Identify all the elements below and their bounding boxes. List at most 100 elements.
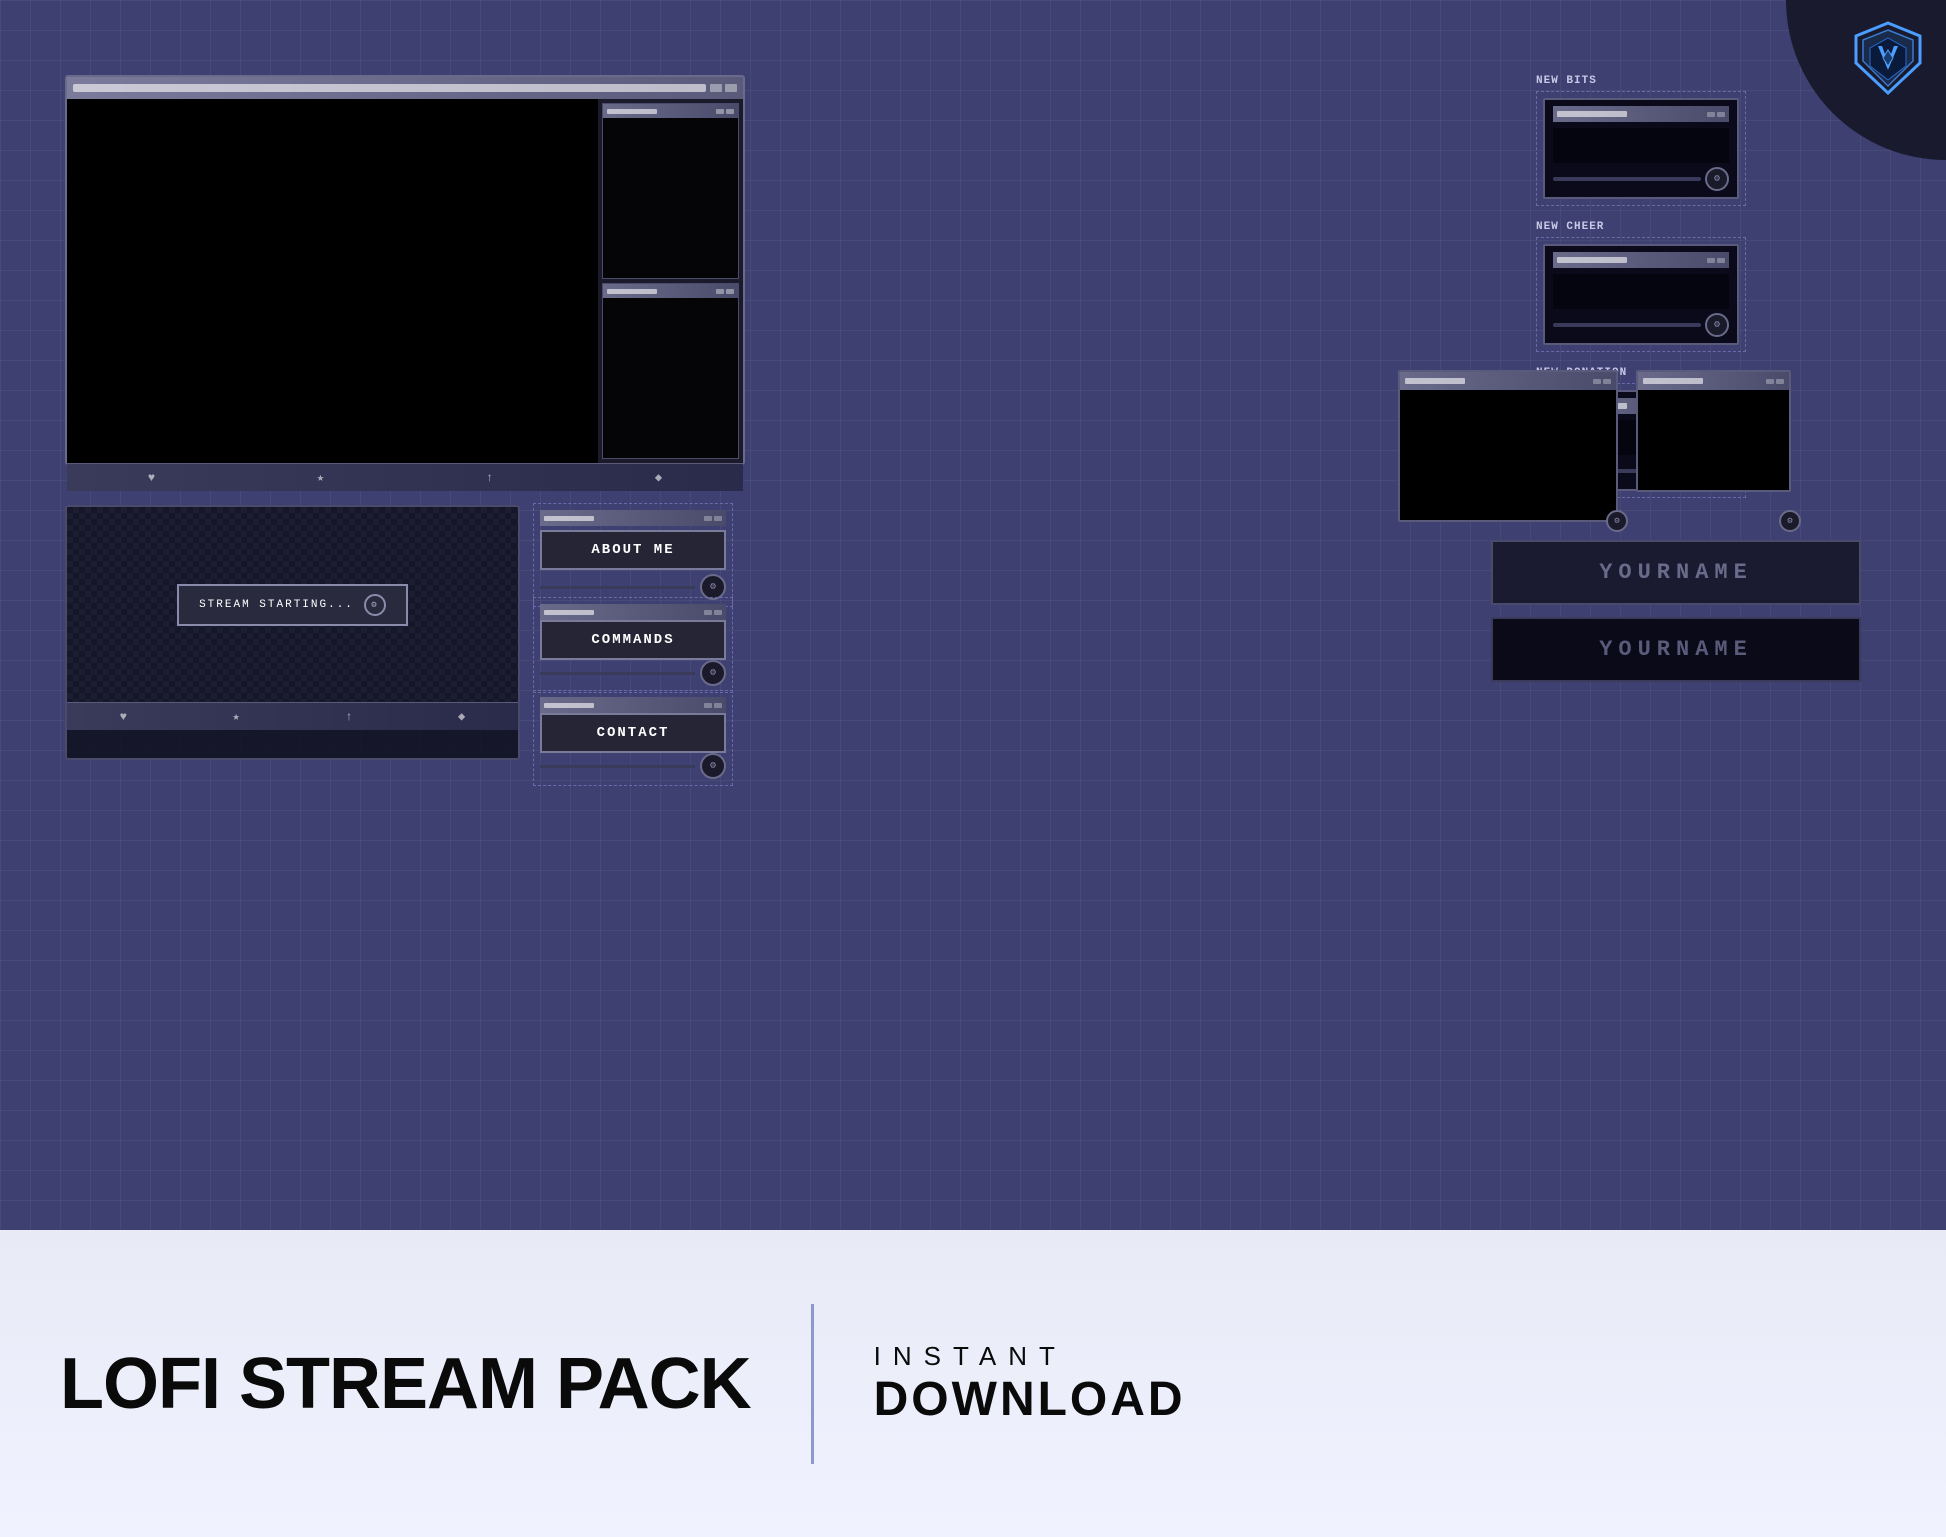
overlay-icon-diamond: ◆ [458,709,465,724]
notif-title-controls-bits [1707,112,1725,117]
overlay-panel: STREAM STARTING... ⚙ ♥ ★ ↑ ◆ [65,505,520,760]
notif-dashed-cheer: ⚙ [1536,237,1746,352]
stream-side-panels [598,99,743,463]
notif-btn-2 [1717,112,1725,117]
contact-line [540,765,695,768]
nameplate-2-text: YOURNAME [1599,637,1753,662]
contact-titlebar [540,697,726,713]
contact-controls [704,703,722,708]
cam-controls-large [1593,379,1611,384]
notif-title-bar-bits [1557,111,1627,117]
titlebar-btn-1 [710,84,722,92]
stream-main-view [67,99,598,463]
nameplate-2: YOURNAME [1491,617,1861,682]
side-mini-content-1 [603,118,738,278]
contact-dashed: CONTACT ⚙ [533,690,733,786]
about-me-title-bar [544,516,594,521]
notif-gear-bits: ⚙ [1705,167,1729,191]
stream-starting-text: STREAM STARTING... [199,599,354,611]
commands-section: COMMANDS ⚙ [533,597,733,693]
notif-label-bits: NEW BITS [1536,75,1746,87]
commands-title-bar [544,610,594,615]
notif-footer-bits: ⚙ [1553,167,1729,191]
cam-large-wrapper: ⚙ [1398,370,1618,522]
commands-btn-2 [714,610,722,615]
side-mini-btn-3 [716,289,724,294]
side-mini-btn-4 [726,289,734,294]
cam-content-small [1638,390,1789,490]
notif-btn-1 [1707,112,1715,117]
cam-btn-3 [1766,379,1774,384]
notif-btn-3 [1707,258,1715,263]
commands-titlebar [540,604,726,620]
cam-content-large [1400,390,1616,520]
notif-dashed-bits: ⚙ [1536,91,1746,206]
commands-button[interactable]: COMMANDS [540,620,726,660]
contact-btn-2 [714,703,722,708]
bottom-icon-star: ★ [317,470,324,485]
about-me-titlebar [540,510,726,526]
notif-content-cheer [1553,274,1729,309]
camera-section: ⚙ ⚙ [1398,370,1791,522]
bottom-icon-up: ↑ [486,471,493,485]
side-panel-1 [602,103,739,279]
about-me-btn-1 [704,516,712,521]
cam-titlebar-large [1400,372,1616,390]
page-title: LOFI STREAM PACK [60,1343,751,1425]
side-mini-btn-2 [726,109,734,114]
notif-label-cheer: NEW CHEER [1536,221,1746,233]
notif-box-cheer: ⚙ [1543,244,1739,345]
cam-btn-4 [1776,379,1784,384]
cam-titlebar-small [1638,372,1789,390]
cam-title-bar-small [1643,378,1703,384]
bottom-bar: LOFI STREAM PACK INSTANT DOWNLOAD [0,1230,1946,1537]
side-mini-btn-1 [716,109,724,114]
cam-title-bar-large [1405,378,1465,384]
commands-gear-icon: ⚙ [700,660,726,686]
about-me-line [540,586,695,589]
nameplate-1-text: YOURNAME [1599,560,1753,585]
notif-line-bits [1553,177,1701,181]
commands-dashed: COMMANDS ⚙ [533,597,733,693]
cam-gear-small: ⚙ [1779,510,1801,532]
commands-btn-1 [704,610,712,615]
main-panel-titlebar [67,77,743,99]
overlay-icon-heart: ♥ [120,710,127,724]
notif-box-bits: ⚙ [1543,98,1739,199]
cam-panel-large [1398,370,1618,522]
overlay-bottom-bar: ♥ ★ ↑ ◆ [67,702,518,730]
notif-line-cheer [1553,323,1701,327]
contact-footer: ⚙ [540,753,726,779]
cam-gear-large: ⚙ [1606,510,1628,532]
instant-text: INSTANT [874,1341,1186,1372]
titlebar-controls [710,84,737,92]
commands-controls [704,610,722,615]
side-mini-controls [716,109,734,114]
nameplate-section: YOURNAME YOURNAME [1491,540,1861,694]
notif-title-controls-cheer [1707,258,1725,263]
about-me-section: ABOUT ME ⚙ [533,503,733,607]
titlebar-btn-2 [725,84,737,92]
commands-footer: ⚙ [540,660,726,686]
bottom-content: LOFI STREAM PACK INSTANT DOWNLOAD [0,1304,1946,1464]
brand-logo [1848,18,1928,98]
main-background: ♥ ★ ↑ ◆ NEW BITS [0,0,1946,1230]
about-me-dashed: ABOUT ME ⚙ [533,503,733,607]
contact-section: CONTACT ⚙ [533,690,733,786]
notif-footer-cheer: ⚙ [1553,313,1729,337]
nameplate-1: YOURNAME [1491,540,1861,605]
about-me-button[interactable]: ABOUT ME [540,530,726,570]
side-mini-bar-2 [607,289,657,294]
overlay-icon-up: ↑ [345,710,352,724]
about-me-controls [704,516,722,521]
download-text: DOWNLOAD [874,1372,1186,1427]
titlebar-bar [73,84,706,92]
cam-controls-small [1766,379,1784,384]
contact-button[interactable]: CONTACT [540,713,726,753]
main-stream-panel: ♥ ★ ↑ ◆ [65,75,745,465]
notif-panel-bits: NEW BITS ⚙ [1536,75,1746,206]
cam-panel-small [1636,370,1791,492]
cam-small-wrapper: ⚙ [1636,370,1791,522]
contact-title-bar [544,703,594,708]
stream-inner [67,99,743,463]
